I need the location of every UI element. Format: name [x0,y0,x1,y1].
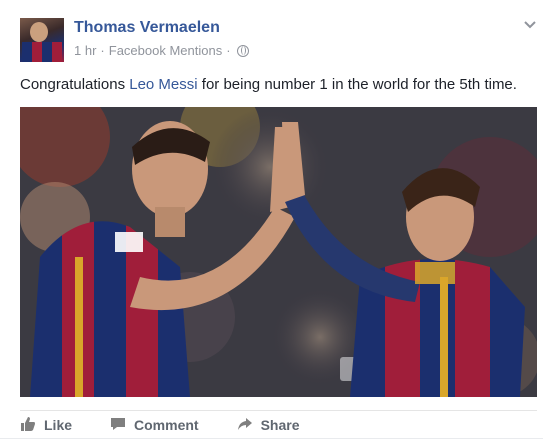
meta-separator: · [100,43,105,58]
comment-label: Comment [134,417,199,433]
share-label: Share [260,417,300,433]
players-high-five-image [20,107,537,397]
meta-separator: · [226,43,231,58]
post-time[interactable]: 1 hr [74,43,96,58]
post-message: Congratulations Leo Messi for being numb… [20,76,540,93]
author-name[interactable]: Thomas Vermaelen [74,19,220,37]
comment-button[interactable]: Comment [110,411,199,439]
post-source[interactable]: Facebook Mentions [109,43,222,58]
globe-icon[interactable] [236,44,249,57]
chevron-down-icon[interactable] [523,20,537,30]
post-actions: Like Comment Share [20,410,537,439]
author-avatar[interactable] [20,18,64,62]
share-button[interactable]: Share [237,411,300,439]
post-meta: 1 hr · Facebook Mentions · [74,43,249,58]
share-icon [237,416,253,435]
like-button[interactable]: Like [20,411,72,439]
facebook-post: Thomas Vermaelen 1 hr · Facebook Mention… [0,0,543,438]
thumbs-up-icon [20,416,36,435]
like-label: Like [44,417,73,433]
message-text: for being number 1 in the world for the … [197,76,517,93]
message-text: Congratulations [20,76,130,93]
mention-link[interactable]: Leo Messi [129,76,197,93]
comment-icon [110,416,126,435]
post-photo[interactable] [20,107,537,397]
